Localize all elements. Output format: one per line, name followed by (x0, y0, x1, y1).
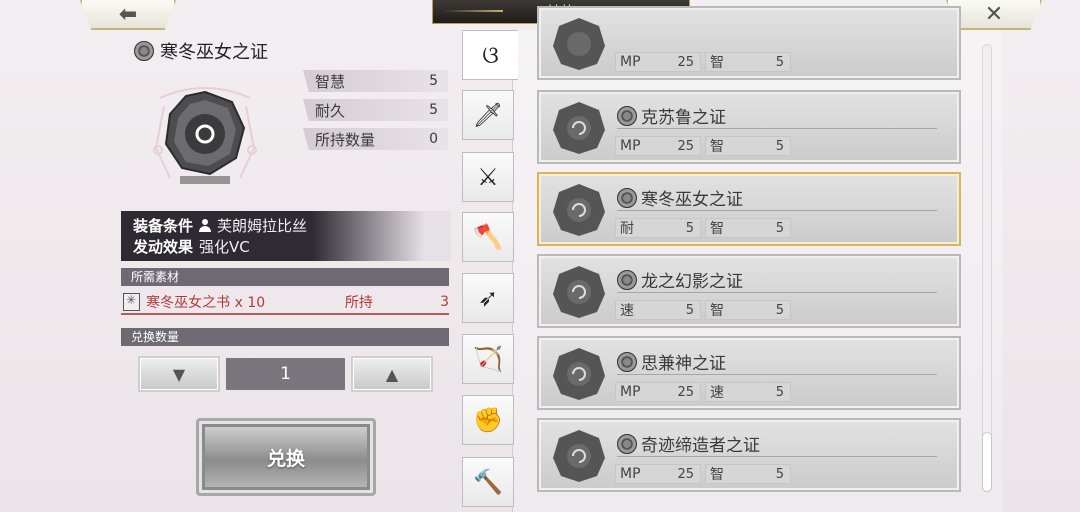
effect-line: 发动效果 强化VC (133, 236, 439, 257)
badge-icon (617, 105, 637, 126)
back-arrow-icon: ⬅ (118, 1, 138, 27)
divider (617, 210, 937, 211)
exchange-section-label: 兑换数量 (131, 330, 180, 344)
equip-condition-line: 装备条件 芙朗姆拉比丝 (133, 215, 439, 236)
item-title-text: 寒冬巫女之证 (160, 42, 268, 63)
tab-spear[interactable]: ➶ (462, 273, 514, 323)
list-item[interactable]: 思兼神之证 MP 25 速5 (537, 336, 961, 410)
spear-icon: ➶ (477, 284, 499, 312)
badge-icon (134, 41, 154, 61)
card-name: 思兼神之证 (617, 349, 726, 374)
triangle-up-icon: ▲ (385, 364, 399, 384)
card-stat: 智5 (705, 218, 791, 238)
card-stat: 速5 (705, 382, 791, 402)
card-stat: MP 25 (615, 464, 701, 484)
stat-label: 耐久 (315, 101, 346, 120)
card-name: 龙之幻影之证 (617, 267, 743, 292)
gauntlet-icon: ✊ (473, 406, 503, 434)
tab-scimitar[interactable]: ⚔ (462, 152, 514, 202)
tab-orb[interactable]: ଓ (462, 30, 518, 80)
stat-value: 0 (429, 131, 438, 147)
tab-hammer[interactable]: 🔨 (462, 457, 514, 507)
gem-icon (553, 430, 605, 482)
gem-icon (553, 18, 605, 70)
card-stat: MP 25 (615, 382, 701, 402)
tab-gauntlet[interactable]: ✊ (462, 395, 514, 445)
book-icon (123, 293, 141, 311)
effect-value: 强化VC (199, 238, 250, 256)
back-button[interactable]: ⬅ (80, 0, 176, 30)
stat-owned-count: 所持数量 0 (303, 128, 448, 150)
decrease-button[interactable]: ▼ (138, 356, 220, 392)
card-stat: MP 25 (615, 52, 701, 72)
equip-condition-box: 装备条件 芙朗姆拉比丝 发动效果 强化VC (121, 211, 451, 261)
badge-icon (617, 351, 637, 372)
tab-bow[interactable]: 🏹 (462, 334, 514, 384)
badge-icon (617, 433, 637, 454)
material-own-count: 3 (440, 294, 449, 310)
bow-icon: 🏹 (473, 345, 503, 373)
card-stat: 智5 (705, 52, 791, 72)
equip-condition-value: 芙朗姆拉比丝 (217, 217, 308, 235)
card-name: 克苏鲁之证 (617, 103, 726, 128)
stat-durability: 耐久 5 (303, 99, 448, 121)
card-name: 奇迹缔造者之证 (617, 431, 760, 456)
tab-sword[interactable]: 🗡 (462, 90, 514, 140)
list-item-selected[interactable]: 寒冬巫女之证 耐5 智5 (537, 172, 961, 246)
stat-label: 所持数量 (315, 130, 376, 149)
exchange-button-label: 兑换 (266, 447, 305, 470)
materials-section-label: 所需素材 (131, 270, 180, 284)
list-item[interactable]: 奇迹缔造者之证 MP 25 智5 (537, 418, 961, 492)
gem-icon (553, 184, 605, 236)
item-title: 寒冬巫女之证 (134, 38, 268, 64)
material-row: 寒冬巫女之书 x 10 所持 3 (121, 291, 449, 315)
card-stat: 智5 (705, 136, 791, 156)
close-icon: ✕ (984, 1, 1004, 27)
materials-section-header: 所需素材 (121, 268, 449, 286)
equip-condition-label: 装备条件 (133, 217, 194, 235)
stat-wisdom: 智慧 5 (303, 70, 448, 92)
card-stat: 智5 (705, 464, 791, 484)
divider (617, 128, 937, 129)
gem-icon (553, 102, 605, 154)
effect-label: 发动效果 (133, 238, 194, 256)
gem-icon (553, 348, 605, 400)
card-name: 寒冬巫女之证 (617, 185, 743, 210)
card-stat: 耐5 (615, 218, 701, 238)
badge-icon (617, 269, 637, 290)
gem-icon (553, 266, 605, 318)
scrollbar-track[interactable] (982, 44, 992, 492)
stat-value: 5 (429, 102, 438, 118)
triangle-down-icon: ▼ (172, 364, 186, 384)
card-stat: MP 25 (615, 136, 701, 156)
person-icon (199, 219, 212, 232)
material-own-label: 所持 (344, 295, 373, 311)
exchange-section-header: 兑换数量 (121, 328, 449, 346)
quantity-display: 1 (226, 358, 345, 390)
hammer-icon: 🔨 (473, 468, 503, 496)
divider (617, 374, 937, 375)
badge-icon (617, 187, 637, 208)
sword-icon: 🗡 (472, 101, 504, 129)
orb-icon: ଓ (482, 41, 499, 69)
stat-label: 智慧 (315, 72, 346, 91)
axe-icon: 🪓 (473, 223, 503, 251)
list-item[interactable]: MP 25 智5 (537, 6, 961, 80)
card-stat: 速5 (615, 300, 701, 320)
divider (617, 456, 937, 457)
material-name: 寒冬巫女之书 x 10 (146, 295, 266, 311)
list-item[interactable]: 克苏鲁之证 MP 25 智5 (537, 90, 961, 164)
item-emblem-icon (153, 87, 257, 184)
exchange-button[interactable]: 兑换 (196, 418, 376, 496)
increase-button[interactable]: ▲ (351, 356, 433, 392)
scimitar-icon: ⚔ (477, 163, 499, 191)
divider (617, 292, 937, 293)
scrollbar-thumb[interactable] (982, 432, 992, 492)
list-item[interactable]: 龙之幻影之证 速5 智5 (537, 254, 961, 328)
card-stat: 智5 (705, 300, 791, 320)
stat-value: 5 (429, 73, 438, 89)
tab-axe[interactable]: 🪓 (462, 212, 514, 262)
